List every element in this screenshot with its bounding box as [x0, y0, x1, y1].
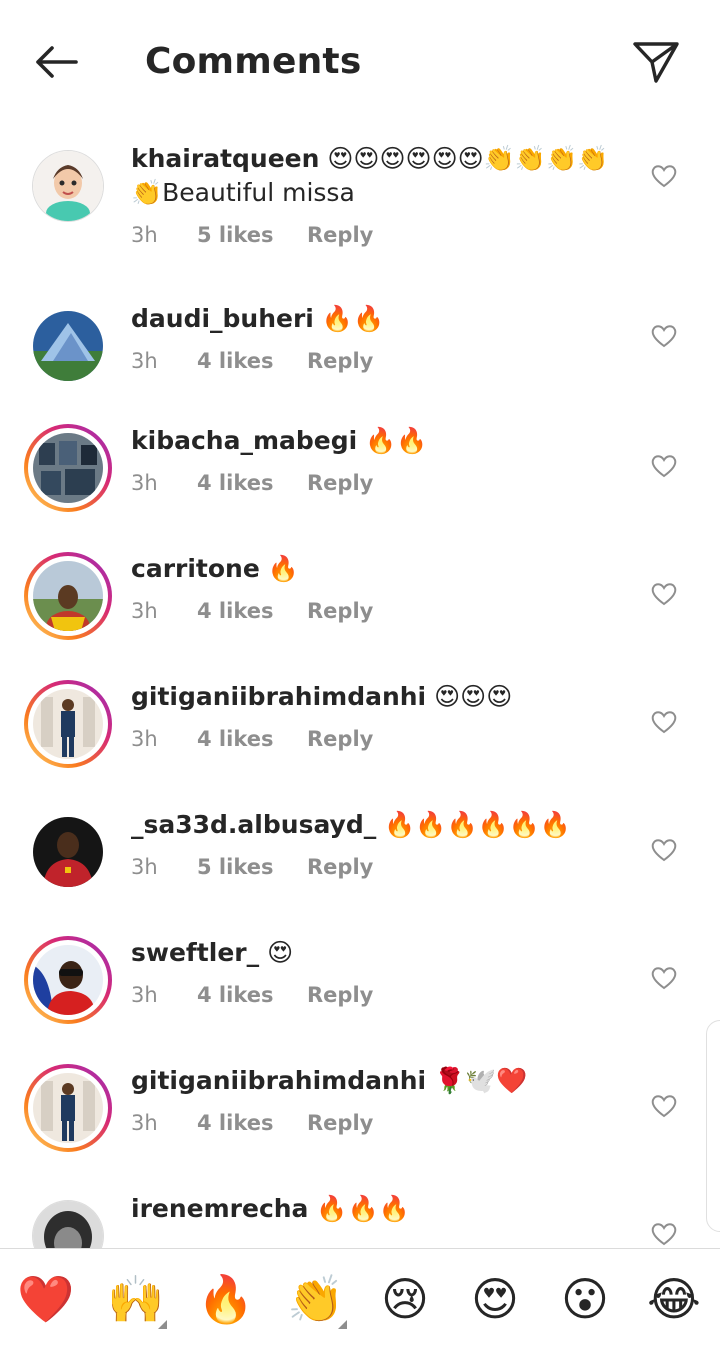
heart-outline-icon — [651, 455, 677, 478]
like-button[interactable] — [650, 836, 678, 864]
like-button[interactable] — [650, 1092, 678, 1120]
heart-outline-icon — [651, 583, 677, 606]
comment-username[interactable]: _sa33d.albusayd_ — [131, 810, 376, 839]
reply-button[interactable]: Reply — [307, 218, 373, 252]
like-button[interactable] — [650, 162, 678, 190]
emoji-clap-button[interactable]: 👏 — [287, 1271, 347, 1329]
heart-outline-icon — [651, 165, 677, 188]
comment-text: 🔥🔥 — [321, 304, 385, 333]
heart-outline-icon — [651, 325, 677, 348]
heart-outline-icon — [651, 1223, 677, 1246]
emoji-laughing-button[interactable]: 😂 — [646, 1271, 702, 1327]
emoji-raised-hands-button[interactable]: 🙌 — [107, 1271, 167, 1329]
reply-button[interactable]: Reply — [307, 722, 373, 756]
header-bar: Comments — [0, 0, 720, 122]
reply-button[interactable]: Reply — [307, 344, 373, 378]
comment-time: 3h — [131, 349, 158, 373]
comment-time: 3h — [131, 1111, 158, 1135]
heart-outline-icon — [651, 711, 677, 734]
comment-time: 3h — [131, 727, 158, 751]
comment-time: 3h — [131, 983, 158, 1007]
reply-button[interactable]: Reply — [307, 850, 373, 884]
comment-text: 🌹🕊️❤️ — [434, 1066, 528, 1095]
like-button[interactable] — [650, 580, 678, 608]
emoji-fire-button[interactable]: 🔥 — [197, 1271, 254, 1327]
edge-panel-handle[interactable] — [706, 1020, 720, 1232]
reply-button[interactable]: Reply — [307, 594, 373, 628]
comment-likes[interactable]: 4 likes — [197, 466, 307, 500]
comment-text: 😍😍😍 — [434, 682, 513, 711]
comment-username[interactable]: sweftler_ — [131, 938, 259, 967]
like-button[interactable] — [650, 708, 678, 736]
emoji-heart-button[interactable]: ❤️ — [17, 1271, 74, 1327]
comment-username[interactable]: gitiganiibrahimdanhi — [131, 682, 426, 711]
comment-text: 🔥🔥 — [365, 426, 428, 455]
page-title: Comments — [145, 41, 362, 82]
heart-outline-icon — [651, 1095, 677, 1118]
comment-text: 🔥🔥🔥🔥🔥🔥 — [384, 810, 571, 839]
comment-username[interactable]: carritone — [131, 554, 260, 583]
comment-time: 3h — [131, 855, 158, 879]
comment-time: 3h — [131, 223, 158, 247]
comment-username[interactable]: kibacha_mabegi — [131, 426, 357, 455]
heart-outline-icon — [651, 967, 677, 990]
skin-tone-indicator — [158, 1320, 167, 1329]
back-button[interactable] — [30, 40, 82, 84]
like-button[interactable] — [650, 452, 678, 480]
comment-text: 😍 — [267, 938, 294, 967]
comment-username[interactable]: gitiganiibrahimdanhi — [131, 1066, 426, 1095]
emoji-crying-button[interactable]: 😢 — [377, 1271, 433, 1327]
like-button[interactable] — [650, 322, 678, 350]
comment-likes[interactable]: 4 likes — [197, 722, 307, 756]
reply-button[interactable]: Reply — [307, 978, 373, 1012]
avatar[interactable] — [24, 424, 112, 512]
skin-tone-indicator — [338, 1320, 347, 1329]
reply-button[interactable]: Reply — [307, 466, 373, 500]
comment-username[interactable]: irenemrecha — [131, 1194, 308, 1223]
avatar[interactable] — [24, 680, 112, 768]
paper-plane-icon — [633, 42, 679, 83]
comment-username[interactable]: daudi_buheri — [131, 304, 314, 333]
comments-list[interactable]: khairatqueen 😍😍😍😍😍😍👏👏👏👏👏Beautiful missa … — [0, 122, 720, 1248]
avatar[interactable] — [24, 936, 112, 1024]
comment-likes[interactable]: 5 likes — [197, 850, 307, 884]
emoji-raised-hands: 🙌 — [107, 1272, 165, 1326]
comment-likes[interactable]: 4 likes — [197, 1106, 307, 1140]
comment-likes[interactable]: 4 likes — [197, 978, 307, 1012]
reply-button[interactable]: Reply — [307, 1106, 373, 1140]
like-button[interactable] — [650, 964, 678, 992]
share-button[interactable] — [630, 38, 682, 86]
comment-text: 🔥 — [267, 554, 299, 583]
avatar[interactable] — [24, 1064, 112, 1152]
comment-likes[interactable]: 4 likes — [197, 344, 307, 378]
comment-username[interactable]: khairatqueen — [131, 144, 319, 173]
quick-emoji-bar: ❤️ 🙌 🔥 👏 😢 😍 😮 😂 — [0, 1248, 720, 1345]
emoji-heart-eyes-button[interactable]: 😍 — [467, 1271, 523, 1327]
comment-time: 3h — [131, 471, 158, 495]
comment-likes[interactable]: 4 likes — [197, 594, 307, 628]
heart-outline-icon — [651, 839, 677, 862]
comment-likes[interactable]: 5 likes — [197, 218, 307, 252]
back-arrow-icon — [36, 46, 78, 78]
avatar[interactable] — [24, 302, 112, 390]
emoji-clap: 👏 — [287, 1272, 345, 1326]
comment-text: 🔥🔥🔥 — [316, 1194, 410, 1223]
avatar[interactable] — [24, 1192, 112, 1248]
comment-time: 3h — [131, 599, 158, 623]
avatar[interactable] — [24, 142, 112, 230]
like-button[interactable] — [650, 1220, 678, 1248]
emoji-surprised-button[interactable]: 😮 — [557, 1271, 613, 1327]
avatar[interactable] — [24, 552, 112, 640]
avatar[interactable] — [24, 808, 112, 896]
